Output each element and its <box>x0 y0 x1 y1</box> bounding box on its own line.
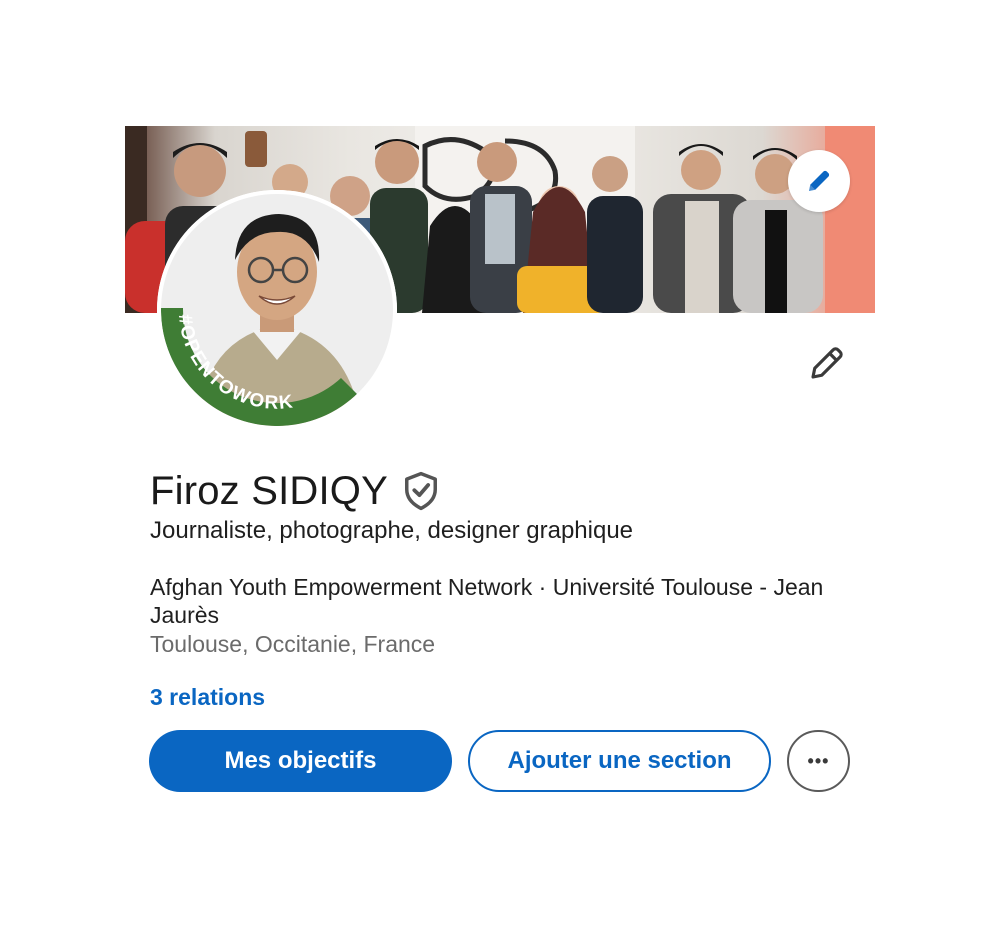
profile-name: Firoz SIDIQY <box>150 468 388 513</box>
profile-edit-button[interactable] <box>800 336 854 390</box>
name-row: Firoz SIDIQY <box>150 466 440 516</box>
shield-check-icon[interactable] <box>402 470 440 512</box>
pencil-icon <box>809 170 830 191</box>
avatar-image: #OPENTOWORK <box>157 190 397 430</box>
more-actions-button[interactable]: ••• <box>787 730 850 792</box>
my-goals-button[interactable]: Mes objectifs <box>149 730 452 792</box>
relations-link[interactable]: 3 relations <box>150 684 265 711</box>
profile-avatar[interactable]: #OPENTOWORK <box>157 190 397 430</box>
pencil-icon <box>811 347 843 379</box>
profile-headline: Journaliste, photographe, designer graph… <box>150 517 634 544</box>
add-section-label: Ajouter une section <box>507 747 732 774</box>
add-section-button[interactable]: Ajouter une section <box>468 730 771 792</box>
profile-location: Toulouse, Occitanie, France <box>150 631 436 657</box>
profile-organization[interactable]: Afghan Youth Empowerment Network · Unive… <box>150 573 850 629</box>
cover-edit-button[interactable] <box>788 150 850 212</box>
more-horizontal-icon: ••• <box>807 750 830 771</box>
my-goals-label: Mes objectifs <box>224 747 377 774</box>
